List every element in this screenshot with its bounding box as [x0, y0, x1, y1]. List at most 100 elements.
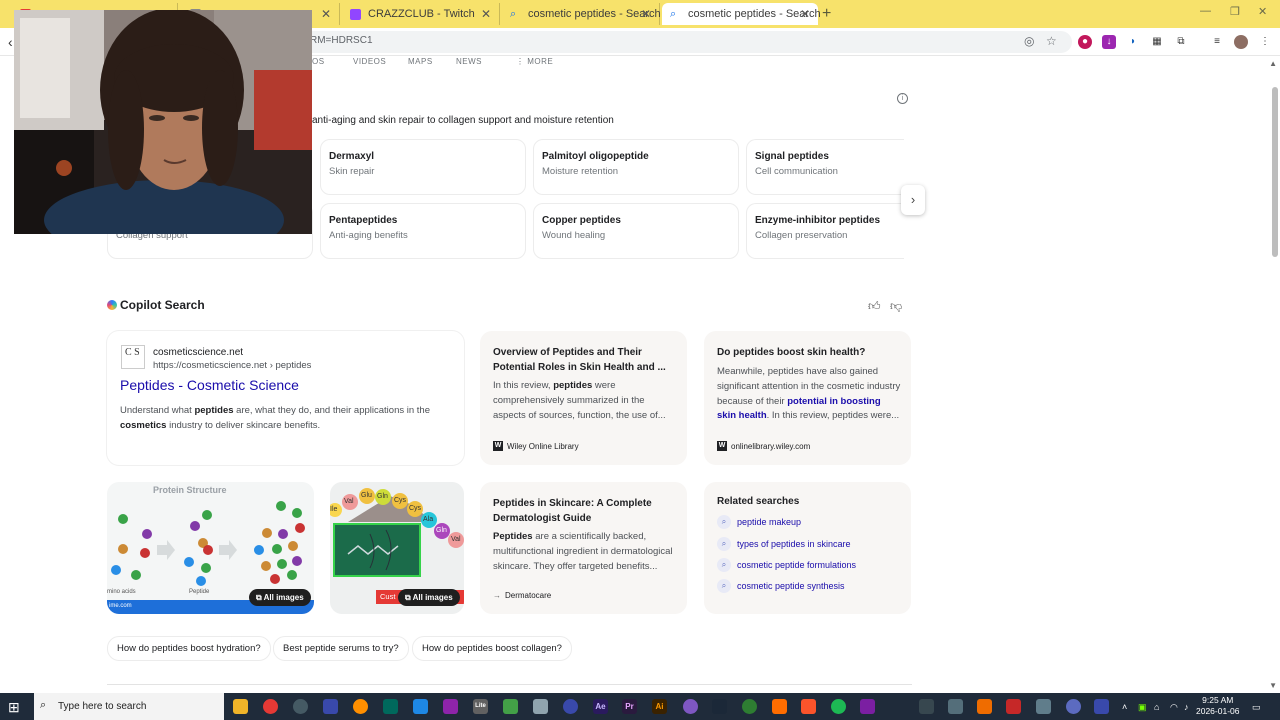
- close-icon[interactable]: ✕: [321, 3, 331, 25]
- app-icon[interactable]: [772, 699, 787, 714]
- back-icon[interactable]: ‹: [8, 34, 13, 50]
- scroll-up-icon[interactable]: ▲: [1269, 59, 1277, 68]
- volume-icon[interactable]: ♪: [1184, 702, 1189, 712]
- steam-icon[interactable]: [712, 699, 727, 714]
- nav-tab-more[interactable]: ⋮ MORE: [516, 57, 553, 66]
- live-app-icon[interactable]: Lite: [473, 699, 488, 714]
- app-icon[interactable]: [742, 699, 757, 714]
- app-icon[interactable]: [860, 699, 875, 714]
- peptide-card[interactable]: Signal peptides Cell communication: [746, 139, 904, 195]
- site-name[interactable]: cosmeticscience.net: [153, 347, 243, 358]
- close-icon[interactable]: ✕: [481, 3, 491, 25]
- obs-icon[interactable]: [353, 699, 368, 714]
- answer-card[interactable]: Do peptides boost skin health? Meanwhile…: [704, 331, 911, 465]
- tab-search-1[interactable]: ⌕ cosmetic peptides - Search ✕: [502, 3, 661, 25]
- star-icon[interactable]: ☆: [1046, 34, 1057, 48]
- all-images-button[interactable]: ⧉ All images: [249, 589, 311, 606]
- wifi-icon[interactable]: ◠: [1170, 702, 1178, 713]
- filezilla-icon[interactable]: [1006, 699, 1021, 714]
- peptide-card[interactable]: Dermaxyl Skin repair: [320, 139, 526, 195]
- peptide-card[interactable]: Enzyme-inhibitor peptides Collagen prese…: [746, 203, 904, 259]
- notifications-icon[interactable]: ▭: [1252, 702, 1261, 713]
- restore-icon[interactable]: ❐: [1230, 5, 1240, 18]
- app-icon[interactable]: [443, 699, 458, 714]
- thumbs-down-icon[interactable]: 👎︎: [890, 299, 902, 314]
- clock-date: 2026-01-06: [1196, 706, 1240, 716]
- spotify-icon[interactable]: [831, 699, 846, 714]
- profile-avatar[interactable]: [1234, 35, 1248, 49]
- result-link[interactable]: Peptides - Cosmetic Science: [120, 377, 299, 393]
- answer-card[interactable]: Overview of Peptides and Their Potential…: [480, 331, 687, 465]
- nav-tab-videos[interactable]: VIDEOS: [353, 57, 386, 66]
- calculator-icon[interactable]: [533, 699, 548, 714]
- close-icon[interactable]: ✕: [800, 3, 810, 25]
- close-icon[interactable]: ✕: [641, 3, 651, 25]
- scrollbar-thumb[interactable]: [1272, 87, 1278, 257]
- related-search-item[interactable]: ⌕ types of peptides in skincare: [717, 537, 851, 551]
- download-extension-icon[interactable]: ↓: [1102, 35, 1116, 49]
- peptide-card[interactable]: Copper peptides Wound healing: [533, 203, 739, 259]
- after-effects-icon[interactable]: Ae: [593, 699, 608, 714]
- system-clock[interactable]: 9:25 AM 2026-01-06: [1196, 695, 1239, 717]
- eye-slash-icon[interactable]: ◎: [1024, 34, 1034, 48]
- image-result[interactable]: Protein Structure mino acids Peptide ime…: [107, 482, 314, 614]
- peptide-card[interactable]: Pentapeptides Anti-aging benefits: [320, 203, 526, 259]
- scroll-down-icon[interactable]: ▼: [1269, 681, 1277, 690]
- suggestion-chip[interactable]: How do peptides boost hydration?: [107, 636, 271, 661]
- related-search-item[interactable]: ⌕ cosmetic peptide formulations: [717, 558, 856, 572]
- related-search-item[interactable]: ⌕ peptide makeup: [717, 515, 801, 529]
- suggestion-chip[interactable]: How do peptides boost collagen?: [412, 636, 572, 661]
- audio-extension-icon[interactable]: ◗: [1126, 35, 1140, 49]
- related-search-item[interactable]: ⌕ cosmetic peptide synthesis: [717, 579, 845, 593]
- site-url[interactable]: https://cosmeticscience.net › peptides: [153, 360, 311, 371]
- tray-chevron-icon[interactable]: ˄: [1122, 702, 1127, 712]
- app-icon[interactable]: [683, 699, 698, 714]
- app-icon[interactable]: [293, 699, 308, 714]
- extensions-puzzle-icon[interactable]: ⧉: [1174, 35, 1188, 49]
- image-label: Peptide: [189, 589, 210, 595]
- nav-tab-fragment[interactable]: OS: [312, 57, 325, 66]
- panel-extension-icon[interactable]: ▦: [1150, 35, 1164, 49]
- peptide-name: Pentapeptides: [329, 215, 398, 226]
- wiley-logo-icon: W: [493, 441, 503, 451]
- minimize-icon[interactable]: —: [1200, 5, 1211, 17]
- app-icon[interactable]: [1094, 699, 1109, 714]
- chevron-right-icon[interactable]: ›: [901, 185, 925, 215]
- info-icon[interactable]: i: [897, 93, 908, 104]
- app-icon[interactable]: [919, 699, 934, 714]
- brave-icon[interactable]: [801, 699, 816, 714]
- record-extension-icon[interactable]: ●: [1078, 35, 1092, 49]
- media-control-icon[interactable]: ≡: [1210, 35, 1224, 49]
- file-explorer-icon[interactable]: [233, 699, 248, 714]
- windows-start-icon[interactable]: ⊞: [8, 699, 20, 716]
- app-icon[interactable]: [563, 699, 578, 714]
- app-icon[interactable]: [977, 699, 992, 714]
- new-tab-button[interactable]: +: [822, 3, 831, 25]
- nav-tab-news[interactable]: NEWS: [456, 57, 482, 66]
- peptide-card[interactable]: Palmitoyl oligopeptide Moisture retentio…: [533, 139, 739, 195]
- all-images-button[interactable]: ⧉ All images: [398, 589, 460, 606]
- network-icon[interactable]: ⌂: [1154, 702, 1159, 712]
- image-result[interactable]: Ile Val Glu Gln Cys Cys Ala Gln Val Cust…: [330, 482, 464, 614]
- app-icon[interactable]: [323, 699, 338, 714]
- answer-card[interactable]: Peptides in Skincare: A Complete Dermato…: [480, 482, 687, 614]
- tab-search-active[interactable]: ⌕ cosmetic peptides - Search ✕: [662, 3, 821, 25]
- app-icon[interactable]: [948, 699, 963, 714]
- taskbar-search[interactable]: ⌕ Type here to search: [34, 693, 224, 720]
- app-icon[interactable]: [1036, 699, 1051, 714]
- tab-twitch[interactable]: CRAZZCLUB - Twitch ✕: [342, 3, 500, 25]
- nvidia-tray-icon[interactable]: ▣: [1138, 702, 1147, 713]
- thumbs-up-icon[interactable]: 👍︎: [868, 299, 881, 314]
- menu-dots-icon[interactable]: ⋮: [1258, 35, 1272, 49]
- premiere-icon[interactable]: Pr: [622, 699, 637, 714]
- app-icon[interactable]: [1066, 699, 1081, 714]
- nav-tab-maps[interactable]: MAPS: [408, 57, 433, 66]
- app-icon[interactable]: [413, 699, 428, 714]
- app-icon[interactable]: [383, 699, 398, 714]
- suggestion-chip[interactable]: Best peptide serums to try?: [273, 636, 409, 661]
- image-caption: Protein Structure: [153, 485, 227, 495]
- illustrator-icon[interactable]: Ai: [652, 699, 667, 714]
- close-window-icon[interactable]: ✕: [1258, 5, 1267, 18]
- app-icon[interactable]: [503, 699, 518, 714]
- chrome-icon[interactable]: [263, 699, 278, 714]
